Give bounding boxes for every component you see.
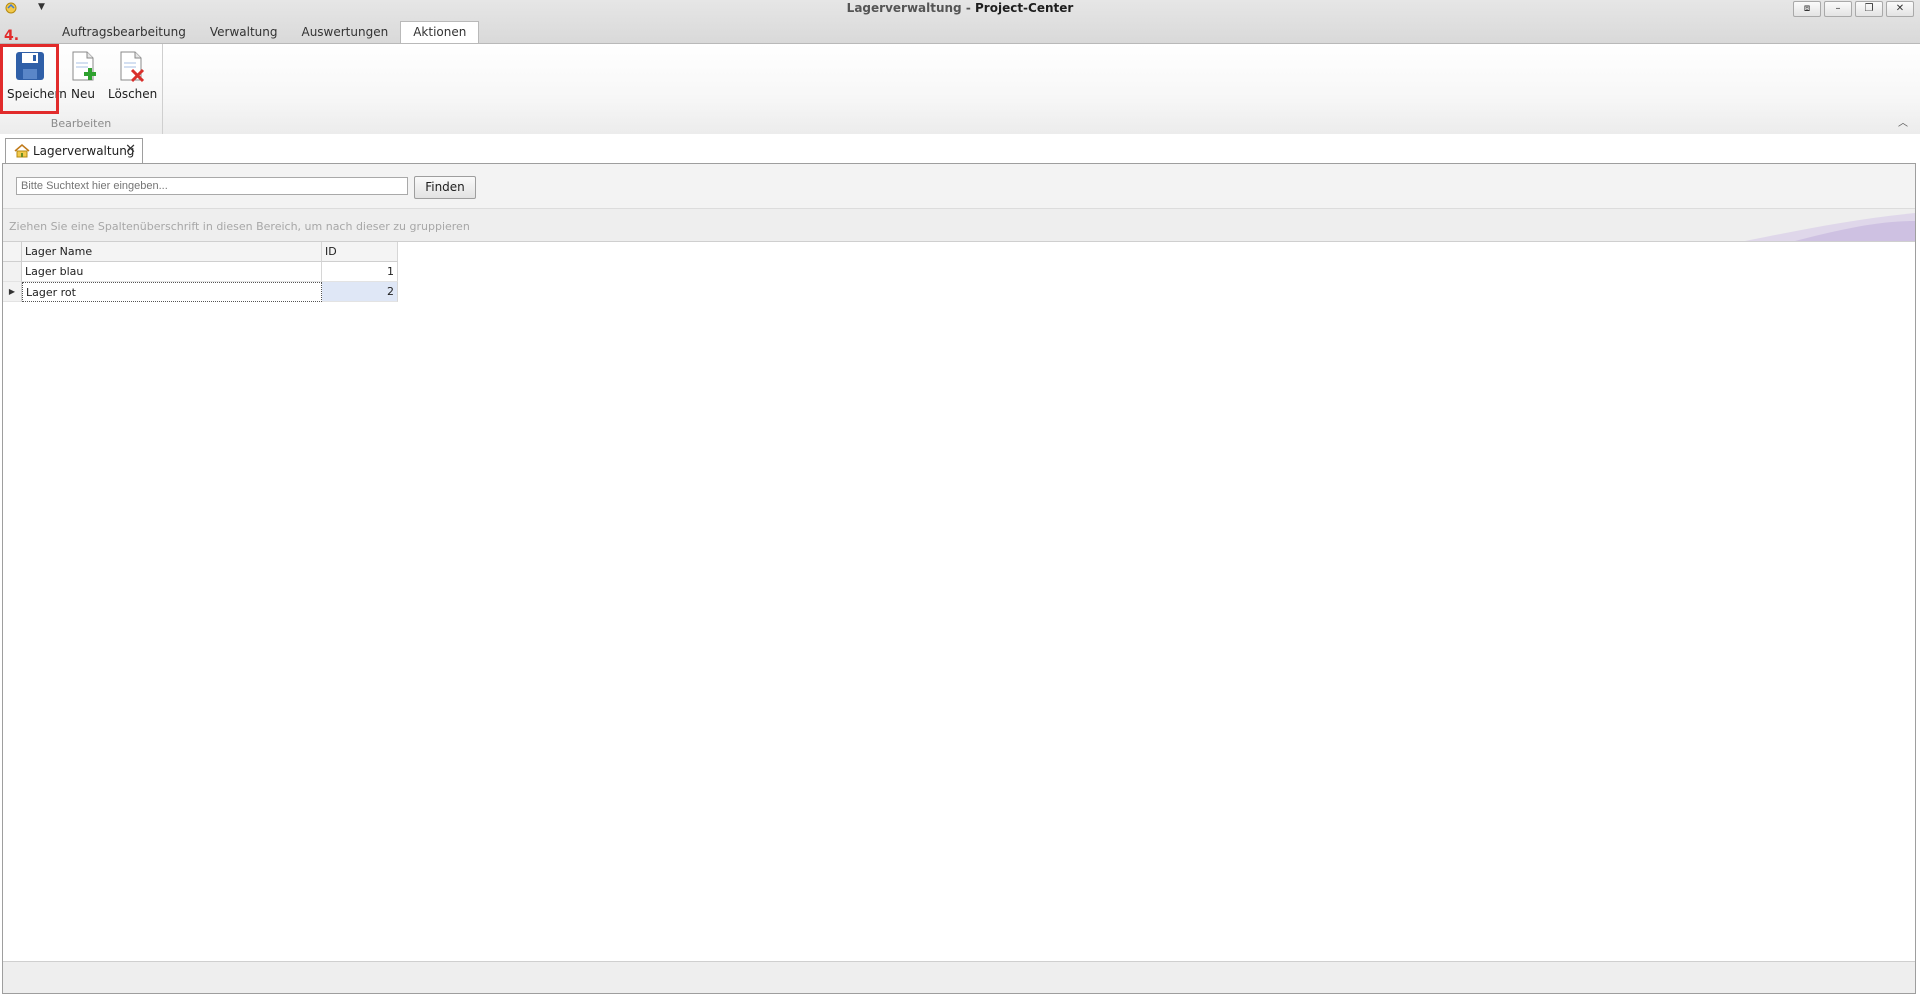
column-header-id[interactable]: ID: [322, 242, 398, 262]
ribbon-group-label: Bearbeiten: [50, 117, 112, 130]
row-indicator-header: [3, 242, 22, 262]
title-bar: ▼ Lagerverwaltung - Project-Center ⧈ – ❐…: [0, 0, 1920, 43]
tab-verwaltung[interactable]: Verwaltung: [198, 21, 290, 42]
search-input[interactable]: [16, 177, 408, 195]
ribbon: Speichern Neu Löschen 4. Bearbeiten ︿: [0, 28, 1920, 135]
new-button[interactable]: Neu: [60, 47, 106, 107]
annotation-step-label: 4.: [4, 28, 20, 44]
close-tab-icon[interactable]: ✕: [125, 142, 136, 157]
document-tab-label: Lagerverwaltung: [33, 144, 135, 158]
tab-auftragsbearbeitung[interactable]: Auftragsbearbeitung: [50, 21, 198, 42]
cell-id[interactable]: 2: [322, 282, 398, 302]
row-indicator[interactable]: [3, 262, 22, 282]
group-by-hint: Ziehen Sie eine Spaltenüberschrift in di…: [9, 220, 470, 233]
collapse-ribbon-icon[interactable]: ︿: [1898, 114, 1912, 129]
cell-lager-name[interactable]: Lager rot: [22, 282, 322, 302]
window-title-part2: Project-Center: [975, 1, 1074, 15]
delete-label: Löschen: [108, 87, 158, 101]
annotation-highlight-box: 4.: [0, 28, 59, 114]
ribbon-tabs: Auftragsbearbeitung Verwaltung Auswertun…: [50, 21, 480, 43]
delete-document-icon: [120, 51, 145, 83]
status-bar: [3, 961, 1915, 993]
search-bar: Finden: [3, 164, 1915, 209]
find-button[interactable]: Finden: [414, 176, 476, 199]
window-title: Lagerverwaltung - Project-Center: [0, 1, 1920, 15]
column-header-lager-name[interactable]: Lager Name: [22, 242, 322, 262]
decorative-swoosh: [1745, 213, 1915, 241]
document-tab-lagerverwaltung[interactable]: Lagerverwaltung ✕: [5, 138, 143, 164]
new-label: Neu: [71, 87, 95, 101]
home-icon: [14, 144, 30, 158]
group-by-panel[interactable]: Ziehen Sie eine Spaltenüberschrift in di…: [3, 209, 1915, 242]
new-document-icon: [72, 51, 96, 81]
restore-screen-button[interactable]: ⧈: [1793, 1, 1821, 17]
table-row[interactable]: ▶ Lager rot 2: [3, 282, 398, 302]
grid-header-row: Lager Name ID: [3, 242, 398, 262]
window-title-part1: Lagerverwaltung -: [846, 1, 971, 15]
close-button[interactable]: ✕: [1886, 1, 1914, 17]
focused-row-arrow-icon[interactable]: ▶: [3, 282, 22, 302]
cell-id[interactable]: 1: [322, 262, 398, 282]
tab-aktionen[interactable]: Aktionen: [400, 21, 480, 43]
ribbon-group-bearbeiten: Speichern Neu Löschen 4. Bearbeiten: [0, 28, 163, 134]
minimize-button[interactable]: –: [1824, 1, 1852, 17]
delete-button[interactable]: Löschen: [108, 47, 158, 107]
content-frame: Finden Ziehen Sie eine Spaltenüberschrif…: [2, 163, 1916, 994]
document-tab-strip: Lagerverwaltung ✕: [0, 134, 1920, 164]
tab-auswertungen[interactable]: Auswertungen: [289, 21, 400, 42]
cell-lager-name[interactable]: Lager blau: [22, 262, 322, 282]
window-controls: ⧈ – ❐ ✕: [1793, 1, 1914, 17]
table-row[interactable]: Lager blau 1: [3, 262, 398, 282]
restore-button[interactable]: ❐: [1855, 1, 1883, 17]
